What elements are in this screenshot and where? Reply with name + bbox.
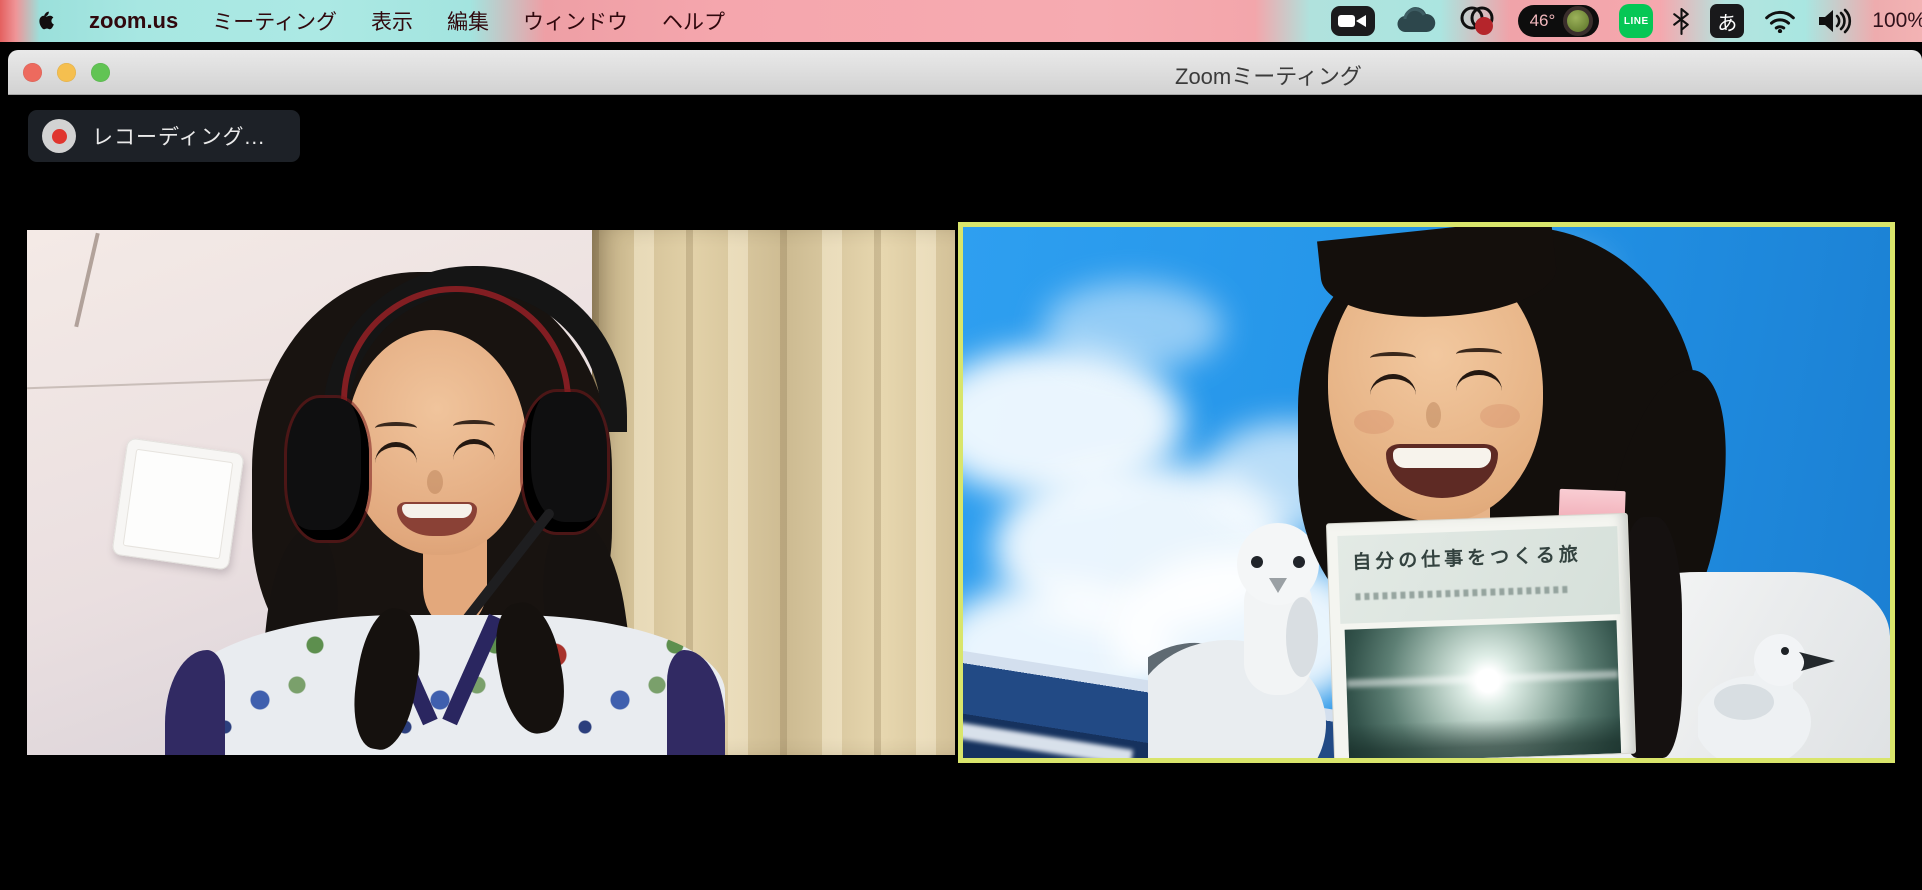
book-subtitle-blur: [1355, 586, 1569, 600]
book-photo: [1345, 620, 1621, 762]
window-title: Zoomミーティング: [1175, 59, 1362, 91]
smile: [1386, 444, 1498, 498]
video-tile-right-active[interactable]: 自分の仕事をつくる旅: [958, 222, 1895, 763]
volume-icon[interactable]: [1816, 8, 1852, 34]
ime-icon[interactable]: あ: [1710, 4, 1744, 38]
eye-icon: [1370, 374, 1416, 395]
menu-bar-left: zoom.us ミーティング 表示 編集 ウィンドウ ヘルプ: [0, 6, 725, 36]
battery-percent: 100%: [1872, 9, 1922, 33]
macos-menu-bar: zoom.us ミーティング 表示 編集 ウィンドウ ヘルプ 46° LINE: [0, 0, 1922, 42]
menu-help[interactable]: ヘルプ: [662, 6, 725, 36]
menu-edit[interactable]: 編集: [447, 6, 489, 36]
headphone-earcup: [287, 398, 369, 540]
headphone-earcup: [523, 392, 607, 532]
ime-icon-label: あ: [1717, 7, 1737, 36]
seagull-profile-icon: [1698, 622, 1843, 758]
cloud-icon[interactable]: [1396, 7, 1436, 35]
menu-window[interactable]: ウィンドウ: [523, 6, 628, 36]
book-title: 自分の仕事をつくる旅: [1352, 539, 1582, 574]
cloud-shape: [1043, 282, 1223, 372]
recording-dot-icon: [42, 119, 76, 153]
eye-icon: [375, 442, 417, 463]
close-button[interactable]: [23, 63, 42, 82]
wifi-icon[interactable]: [1764, 9, 1796, 33]
zoom-meeting-window: Zoomミーティング レコーディング...: [8, 50, 1922, 890]
apple-menu-icon[interactable]: [36, 10, 55, 33]
temperature-widget[interactable]: 46°: [1518, 5, 1600, 37]
app-menu-zoomus[interactable]: zoom.us: [89, 8, 178, 34]
temperature-dial-icon: [1563, 6, 1593, 36]
menu-bar-status: 46° LINE あ 100%: [1330, 0, 1922, 42]
desktop-screen: zoom.us ミーティング 表示 編集 ウィンドウ ヘルプ 46° LINE: [0, 0, 1922, 890]
light-switch-panel: [111, 437, 244, 570]
window-titlebar[interactable]: Zoomミーティング: [8, 50, 1922, 95]
maximize-button[interactable]: [91, 63, 110, 82]
video-camera-icon[interactable]: [1330, 5, 1376, 37]
smile: [397, 502, 477, 536]
line-icon-label: LINE: [1624, 16, 1649, 27]
book-title-block: 自分の仕事をつくる旅: [1337, 526, 1620, 624]
eye-icon: [1456, 370, 1502, 391]
book-cover: 自分の仕事をつくる旅: [1327, 514, 1635, 763]
line-icon[interactable]: LINE: [1619, 4, 1653, 38]
bluetooth-icon[interactable]: [1673, 8, 1690, 35]
recording-label: レコーディング...: [92, 121, 265, 151]
menu-meeting[interactable]: ミーティング: [212, 6, 337, 36]
minimize-button[interactable]: [57, 63, 76, 82]
eye-icon: [453, 439, 495, 460]
menu-view[interactable]: 表示: [371, 6, 413, 36]
temperature-value: 46°: [1530, 11, 1556, 31]
recording-indicator[interactable]: レコーディング...: [28, 110, 300, 162]
shutter-record-icon[interactable]: [1456, 5, 1498, 37]
video-tile-left[interactable]: [27, 230, 955, 755]
